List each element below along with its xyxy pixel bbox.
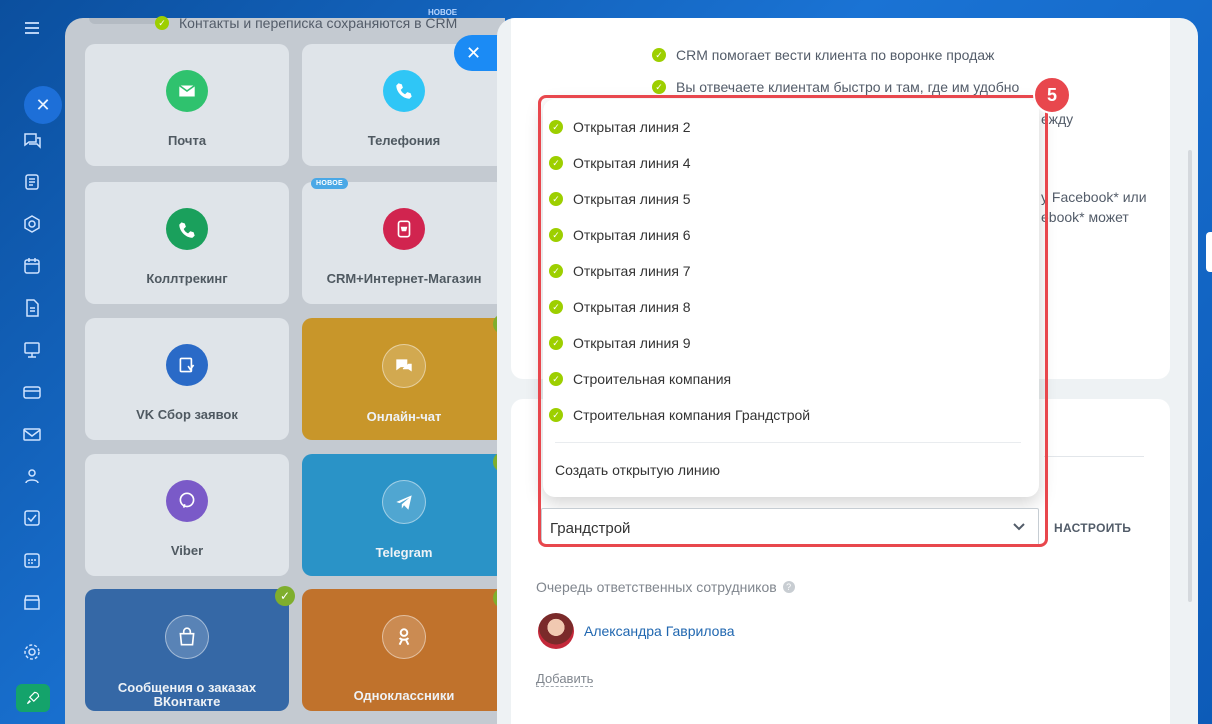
- chevron-down-icon: [1012, 519, 1026, 533]
- hidden-text: ebook* может: [1041, 209, 1129, 225]
- check-icon: ✓: [549, 336, 563, 350]
- dropdown-separator: [555, 442, 1021, 443]
- left-rail: ✕: [0, 0, 64, 724]
- chat-icon[interactable]: [20, 128, 44, 152]
- tile-viber[interactable]: Viber: [85, 454, 289, 576]
- dropdown-option[interactable]: ✓ Открытая линия 4: [549, 155, 691, 171]
- tile-label: Одноклассники: [353, 688, 455, 703]
- calltracking-icon: [166, 208, 208, 250]
- presentation-icon[interactable]: [20, 338, 44, 362]
- check-icon: ✓: [549, 120, 563, 134]
- tile-calltracking[interactable]: Коллтрекинг: [85, 182, 289, 304]
- tasks-icon[interactable]: [20, 506, 44, 530]
- tile-label: Viber: [170, 543, 204, 558]
- check-icon: ✓: [652, 80, 666, 94]
- tile-label: Онлайн-чат: [366, 409, 442, 424]
- side-tab[interactable]: [1206, 232, 1212, 272]
- feature-item: ✓ Вы отвечаете клиентам быстро и там, где…: [652, 79, 1019, 95]
- tile-label: CRM+Интернет-Магазин: [326, 271, 482, 286]
- document-icon[interactable]: [20, 296, 44, 320]
- mail-icon: [166, 70, 208, 112]
- tile-label: Telegram: [375, 545, 433, 560]
- dropdown-option[interactable]: ✓ Открытая линия 7: [549, 263, 691, 279]
- schedule-icon[interactable]: [20, 548, 44, 572]
- tile-label: Телефония: [367, 133, 441, 148]
- crm-icon[interactable]: [20, 212, 44, 236]
- mail-icon[interactable]: [20, 422, 44, 446]
- tile-vk-orders[interactable]: Сообщения о заказах ВКонтакте: [85, 589, 289, 711]
- queue-label: Очередь ответственных сотрудников?: [536, 579, 795, 595]
- rocket-icon[interactable]: [16, 684, 50, 712]
- dropdown-option[interactable]: ✓ Строительная компания: [549, 371, 731, 387]
- scrollbar[interactable]: [1188, 150, 1192, 602]
- dropdown-option[interactable]: ✓ Открытая линия 8: [549, 299, 691, 315]
- dropdown-option[interactable]: ✓ Открытая линия 6: [549, 227, 691, 243]
- new-badge: НОВОЕ: [311, 178, 348, 189]
- ok-icon: [382, 615, 426, 659]
- hidden-text: ежду: [1041, 111, 1074, 127]
- feed-icon[interactable]: [20, 170, 44, 194]
- tile-label: VK Сбор заявок: [136, 407, 238, 422]
- connectors-gallery: Почта Телефония Коллтрекинг НОВОЕ CRM+Ин…: [65, 18, 505, 724]
- step-number-badge: 5: [1033, 76, 1071, 114]
- tile-label: Почта: [167, 133, 207, 148]
- check-icon: ✓: [652, 48, 666, 62]
- check-icon: ✓: [549, 264, 563, 278]
- card-icon[interactable]: [20, 380, 44, 404]
- user-name-link[interactable]: Александра Гаврилова: [584, 623, 735, 639]
- check-icon: ✓: [549, 300, 563, 314]
- feature-item: ✓ Контакты и переписка сохраняются в CRM: [155, 15, 457, 31]
- store-icon[interactable]: [20, 590, 44, 614]
- close-slider-button[interactable]: ✕: [454, 35, 502, 71]
- check-icon: ✓: [549, 372, 563, 386]
- check-icon: ✓: [549, 228, 563, 242]
- shop-cart-icon: [383, 208, 425, 250]
- create-open-line-link[interactable]: Создать открытую линию: [555, 462, 720, 478]
- vk-shop-icon: [165, 615, 209, 659]
- help-icon[interactable]: ?: [782, 581, 795, 593]
- tile-online-chat[interactable]: Онлайн-чат: [302, 318, 505, 440]
- check-icon: ✓: [275, 586, 295, 606]
- avatar: [538, 613, 574, 649]
- queue-user: Александра Гаврилова: [538, 613, 735, 649]
- gallery-top-strip: [89, 18, 159, 24]
- tile-label: Коллтрекинг: [146, 271, 228, 286]
- divider: [1044, 456, 1144, 457]
- calendar-icon[interactable]: [20, 254, 44, 278]
- tile-telegram[interactable]: Telegram: [302, 454, 505, 576]
- check-icon: ✓: [549, 156, 563, 170]
- tile-crm-shop[interactable]: НОВОЕ CRM+Интернет-Магазин: [302, 178, 505, 304]
- telegram-icon: [382, 480, 426, 524]
- tile-vk-forms[interactable]: VK Сбор заявок: [85, 318, 289, 440]
- add-employee-link[interactable]: Добавить: [536, 671, 594, 687]
- check-icon: ✓: [155, 16, 169, 30]
- phone-icon: [383, 70, 425, 112]
- dropdown-option[interactable]: ✓ Открытая линия 2: [549, 119, 691, 135]
- hidden-text: y Facebook* или: [1041, 189, 1147, 205]
- tile-label: Сообщения о заказах ВКонтакте: [117, 680, 257, 709]
- settings-gear-icon[interactable]: [20, 640, 44, 664]
- configure-button[interactable]: НАСТРОИТЬ: [1054, 521, 1131, 535]
- tile-odnoklassniki[interactable]: Одноклассники: [302, 589, 505, 711]
- open-line-dropdown: ✓ Открытая линия 2 ✓ Открытая линия 4 ✓ Отк…: [543, 99, 1039, 497]
- dropdown-option[interactable]: ✓ Строительная компания Грандстрой: [549, 407, 810, 423]
- menu-icon[interactable]: [20, 16, 44, 40]
- chat-icon: [382, 344, 426, 388]
- rail-close-icon[interactable]: ✕: [24, 86, 62, 124]
- vk-form-icon: [166, 344, 208, 386]
- contacts-icon[interactable]: [20, 464, 44, 488]
- dropdown-option[interactable]: ✓ Открытая линия 9: [549, 335, 691, 351]
- check-icon: ✓: [549, 408, 563, 422]
- dropdown-option[interactable]: ✓ Открытая линия 5: [549, 191, 691, 207]
- select-value: Грандстрой: [550, 520, 631, 537]
- feature-item: ✓ CRM помогает вести клиента по воронке п…: [652, 47, 994, 63]
- viber-icon: [166, 480, 208, 522]
- check-icon: ✓: [549, 192, 563, 206]
- tile-mail[interactable]: Почта: [85, 44, 289, 166]
- open-line-select[interactable]: Грандстрой: [541, 508, 1039, 546]
